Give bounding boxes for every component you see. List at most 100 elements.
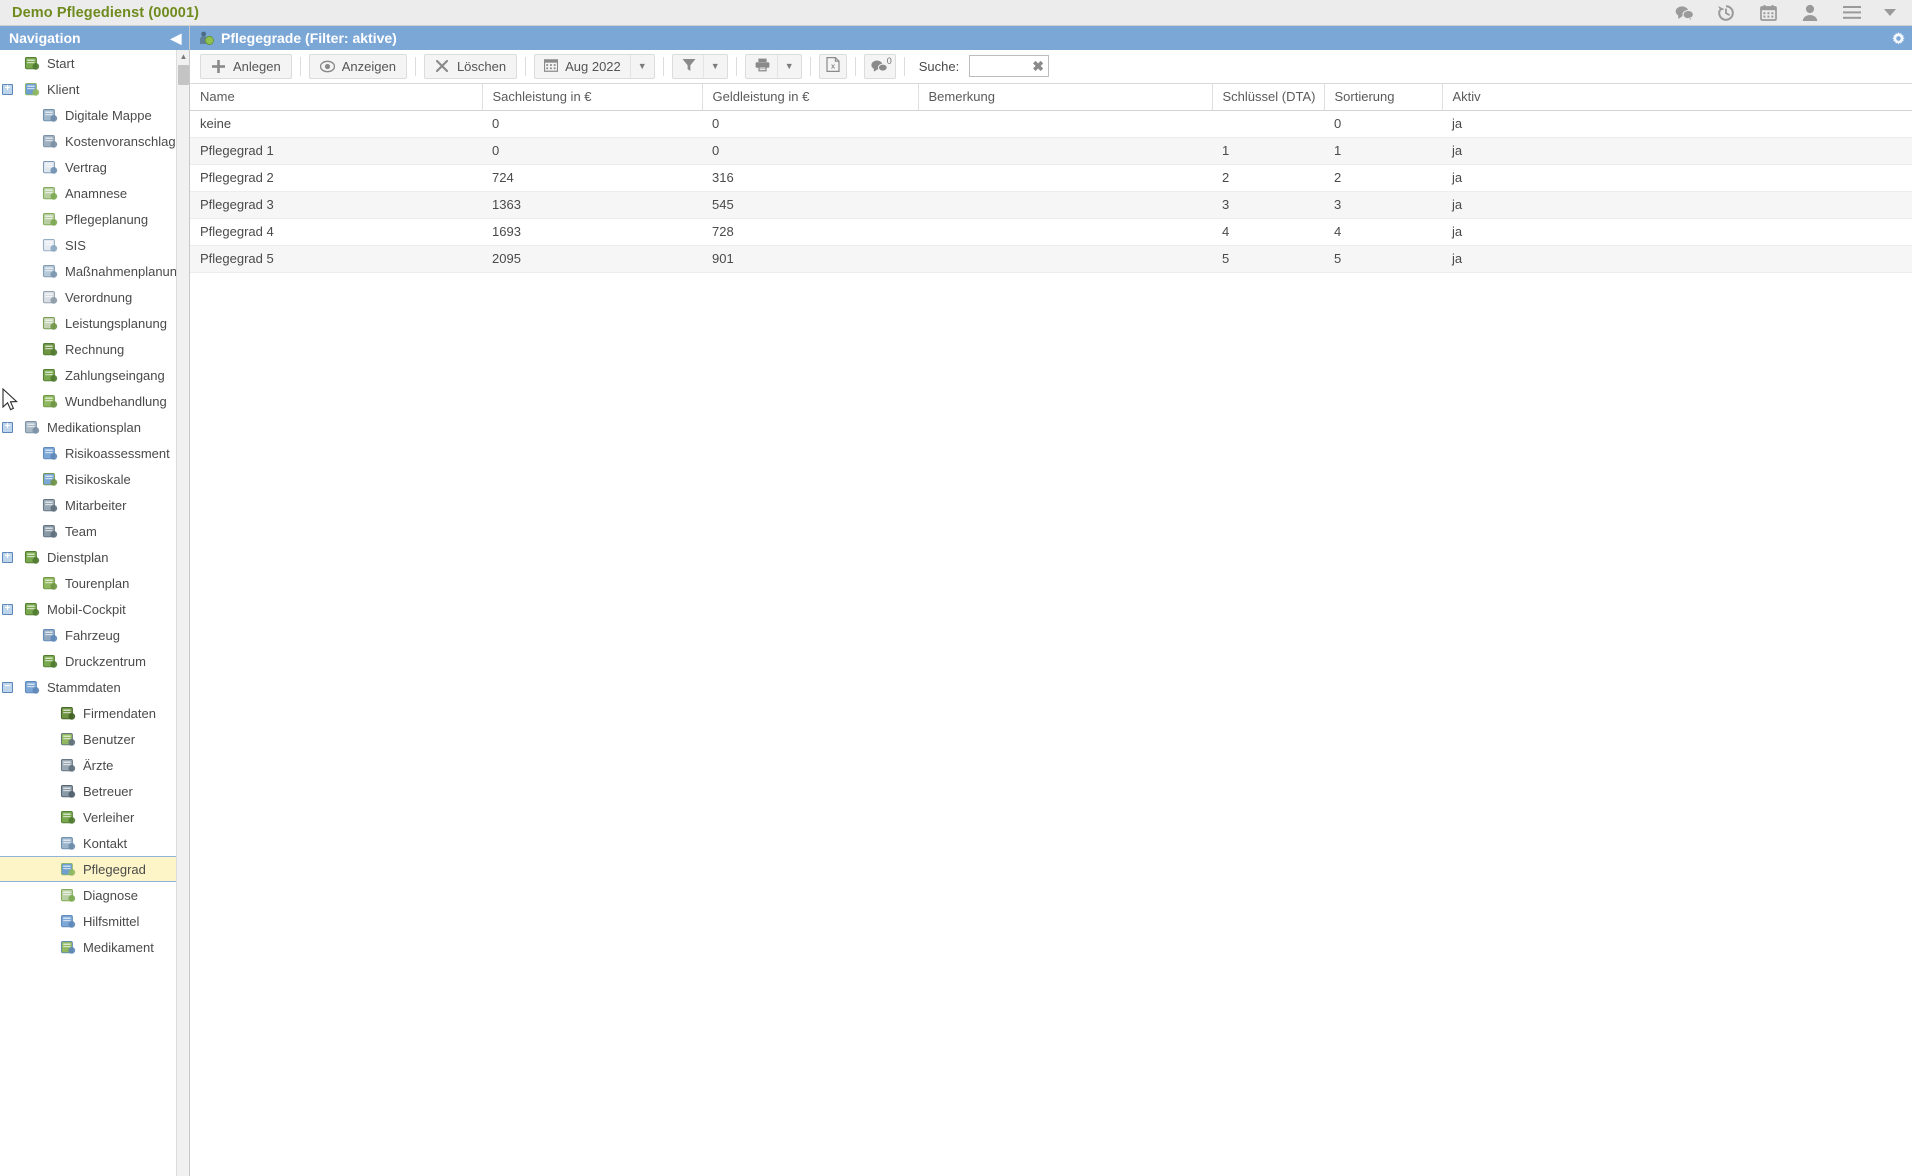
sidebar-item-start[interactable]: Start [0,50,176,76]
digitale-mappe-icon [42,107,58,123]
delete-button[interactable]: Löschen [423,53,518,79]
sidebar-item-verordnung[interactable]: Verordnung [0,284,176,310]
period-selector[interactable]: Aug 2022 ▼ [534,53,655,79]
expand-node-icon[interactable]: + [2,421,13,433]
comment-button[interactable]: 0 [863,53,896,79]
toolbar-separator [735,56,737,76]
navigation-scrollbar[interactable]: ▲ [176,50,189,1176]
column-header-sortierung[interactable]: Sortierung [1324,84,1443,111]
sidebar-item-pflegeplanung[interactable]: Pflegeplanung [0,206,176,232]
sidebar-item-kontakt[interactable]: Kontakt [0,830,176,856]
scrollbar-thumb[interactable] [178,65,189,85]
column-header-schluessel[interactable]: Schlüssel (DTA) [1212,84,1325,111]
table-row[interactable]: keine 0 0 0 ja [190,110,1912,138]
navigation-panel: Navigation ◀ Start + Klient Digitale Mappe K… [0,26,190,1176]
history-icon[interactable] [1716,3,1736,23]
table-row[interactable]: Pflegegrad 5 2095 901 5 5 ja [190,245,1912,273]
create-button[interactable]: Anlegen [200,53,292,79]
cell-bemerkung [918,191,1212,219]
period-button[interactable]: Aug 2022 [535,55,630,78]
collapse-node-icon[interactable]: − [2,681,13,693]
scroll-up-icon[interactable]: ▲ [177,50,190,63]
menu-icon[interactable] [1842,3,1862,23]
sidebar-item-digitale-mappe[interactable]: Digitale Mappe [0,102,176,128]
sidebar-item-hilfsmittel[interactable]: Hilfsmittel [0,908,176,934]
table-body: keine 0 0 0 ja Pflegegrad 1 0 0 1 1 ja Pflegegrad 2… [190,110,1912,273]
filter-selector[interactable]: ▼ [671,53,728,79]
chevron-down-icon[interactable]: ▼ [629,54,654,78]
column-header-sachleistung[interactable]: Sachleistung in € [482,84,703,111]
cell-aktiv: ja [1442,110,1912,138]
sidebar-item-aerzte[interactable]: Ärzte [0,752,176,778]
sidebar-item-label: Mitarbeiter [65,497,127,513]
print-button[interactable] [746,55,777,78]
expand-node-icon[interactable]: + [2,603,13,615]
sidebar-item-rechnung[interactable]: Rechnung [0,336,176,362]
collapse-navigation-button[interactable]: ◀ [169,30,183,46]
cell-sachleistung: 2095 [482,245,702,273]
gear-icon[interactable] [1886,26,1910,50]
calendar-icon[interactable] [1758,3,1778,23]
clear-search-icon[interactable]: ✖ [1031,55,1045,77]
sidebar-item-vertrag[interactable]: Vertrag [0,154,176,180]
sidebar-item-klient[interactable]: + Klient [0,76,176,102]
table-row[interactable]: Pflegegrad 4 1693 728 4 4 ja [190,218,1912,246]
comment-icon [871,58,888,75]
sidebar-item-tourenplan[interactable]: Tourenplan [0,570,176,596]
column-header-aktiv[interactable]: Aktiv [1442,84,1912,111]
sidebar-item-stammdaten[interactable]: − Stammdaten [0,674,176,700]
dienstplan-icon [24,549,40,565]
medikament-icon [60,939,76,955]
sidebar-item-mitarbeiter[interactable]: Mitarbeiter [0,492,176,518]
column-header-geldleistung[interactable]: Geldleistung in € [702,84,919,111]
search-field[interactable]: ✖ [969,55,1050,77]
column-header-bemerkung[interactable]: Bemerkung [918,84,1213,111]
column-header-name[interactable]: Name [190,84,483,111]
table-row[interactable]: Pflegegrad 2 724 316 2 2 ja [190,164,1912,192]
printer-icon [755,58,770,75]
print-selector[interactable]: ▼ [744,53,802,79]
chevron-down-icon[interactable]: ▼ [702,54,727,78]
sidebar-item-sis[interactable]: SIS [0,232,176,258]
cell-schluessel: 5 [1212,245,1324,273]
sidebar-item-label: Start [47,55,75,71]
sidebar-item-verleiher[interactable]: Verleiher [0,804,176,830]
table-row[interactable]: Pflegegrad 3 1363 545 3 3 ja [190,191,1912,219]
sidebar-item-medikationsplan[interactable]: + Medikationsplan [0,414,176,440]
sidebar-item-dienstplan[interactable]: + Dienstplan [0,544,176,570]
filter-button[interactable] [673,55,703,78]
sidebar-item-benutzer[interactable]: Benutzer [0,726,176,752]
medikationsplan-icon [24,419,40,435]
sidebar-item-massnahmenplanung[interactable]: Maßnahmenplanung [0,258,184,284]
filter-icon [682,58,696,75]
sidebar-item-anamnese[interactable]: Anamnese [0,180,176,206]
sidebar-item-druckzentrum[interactable]: Druckzentrum [0,648,176,674]
chat-icon[interactable] [1674,3,1694,23]
expand-node-icon[interactable]: + [2,551,13,563]
sidebar-item-risikoskale[interactable]: Risikoskale [0,466,176,492]
search-input[interactable] [973,57,1032,75]
table-row[interactable]: Pflegegrad 1 0 0 1 1 ja [190,137,1912,165]
sidebar-item-betreuer[interactable]: Betreuer [0,778,176,804]
sidebar-item-risikoassessment[interactable]: Risikoassessment [0,440,176,466]
kontakt-icon [60,835,76,851]
chevron-down-icon[interactable]: ▼ [776,54,801,78]
sidebar-item-team[interactable]: Team [0,518,176,544]
sidebar-item-pflegegrad[interactable]: Pflegegrad [0,856,176,882]
sidebar-item-wundbehandlung[interactable]: Wundbehandlung [0,388,176,414]
view-button[interactable]: Anzeigen [308,53,407,79]
sidebar-item-fahrzeug[interactable]: Fahrzeug [0,622,176,648]
sidebar-item-diagnose[interactable]: Diagnose [0,882,176,908]
sidebar-item-firmendaten[interactable]: Firmendaten [0,700,176,726]
team-icon [42,523,58,539]
sidebar-item-label: Druckzentrum [65,653,146,669]
sidebar-item-leistungsplanung[interactable]: Leistungsplanung [0,310,176,336]
dropdown-arrow-icon[interactable] [1884,3,1896,23]
user-icon[interactable] [1800,3,1820,23]
sidebar-item-kostenvoranschlag[interactable]: Kostenvoranschlag [0,128,176,154]
expand-node-icon[interactable]: + [2,83,13,95]
sidebar-item-medikament[interactable]: Medikament [0,934,176,960]
excel-export-button[interactable]: x [818,53,847,79]
sidebar-item-zahlungseingang[interactable]: Zahlungseingang [0,362,176,388]
sidebar-item-mobil-cockpit[interactable]: + Mobil-Cockpit [0,596,176,622]
